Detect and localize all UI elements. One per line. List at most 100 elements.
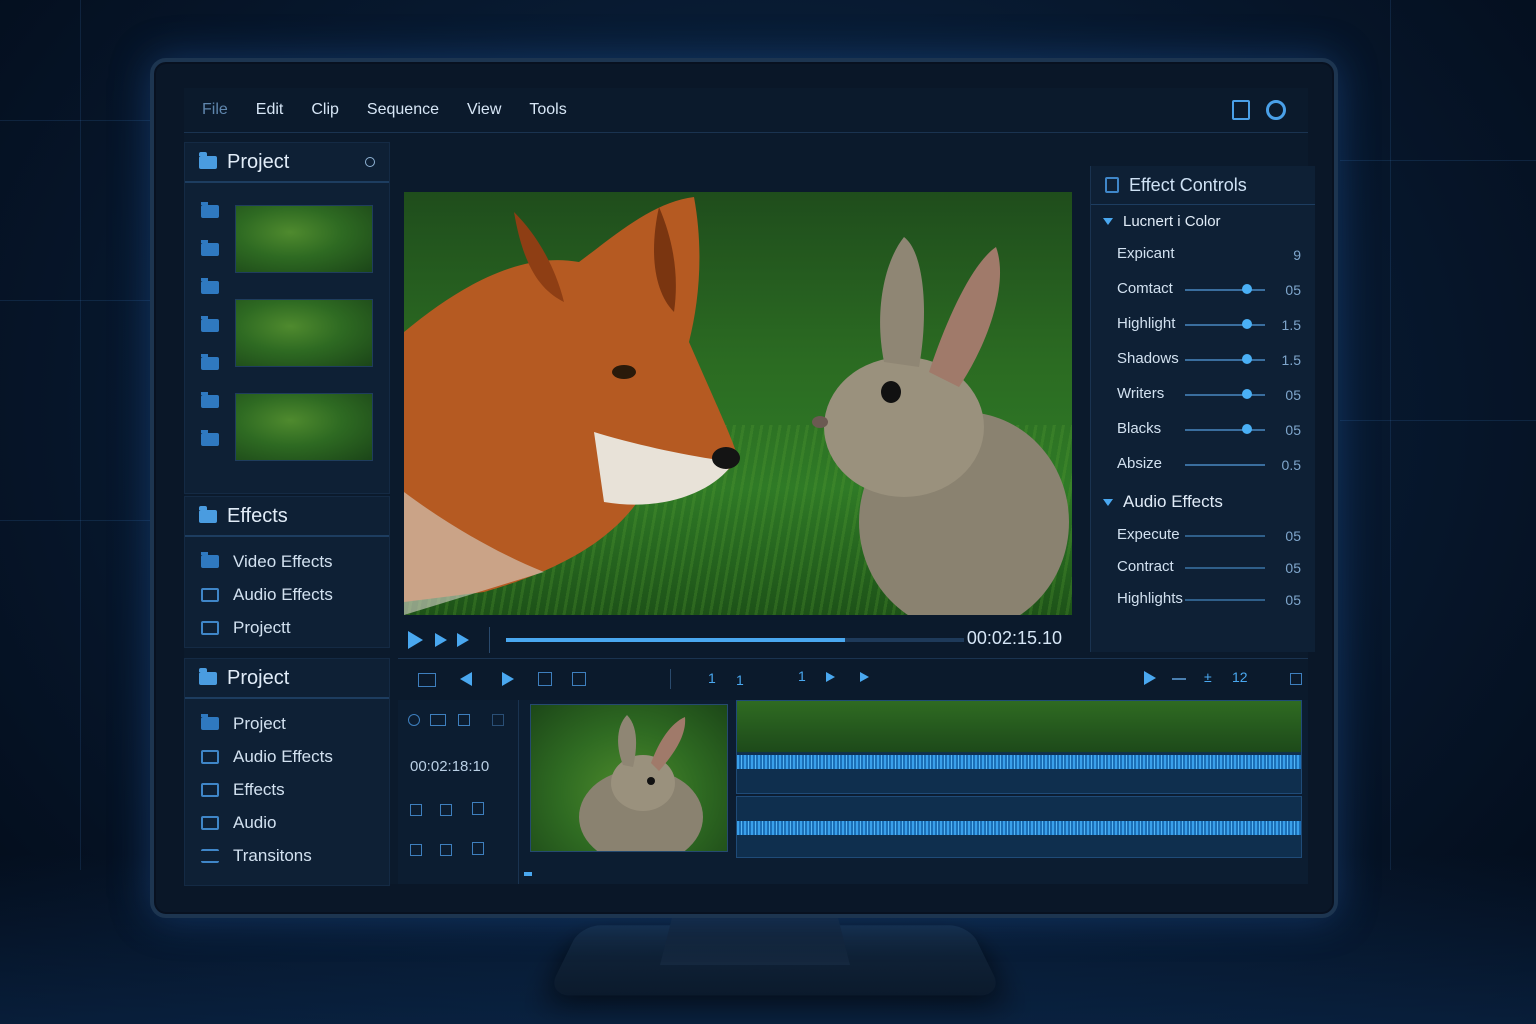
effect-slider[interactable] [1185,389,1265,399]
effects-panel-title: Effects [227,504,288,527]
audio-clip-1[interactable] [736,700,1302,794]
audio-clip-2[interactable] [736,796,1302,858]
folder-icon[interactable] [201,392,219,408]
solo-checkbox[interactable] [472,842,484,855]
rabbit-eye [647,777,655,785]
playhead[interactable] [524,872,532,876]
effect-row-label: Comtact [1117,280,1173,297]
media-thumbnail[interactable] [235,205,373,273]
menu-file[interactable]: File [188,101,242,119]
media-thumbnail[interactable] [235,299,373,367]
playback-progress-bar[interactable] [506,638,964,642]
list-item-label: Audio Effects [233,746,333,766]
export-frame-icon[interactable] [572,672,586,686]
bg-line [0,120,150,121]
effect-row-value[interactable]: 05 [1285,528,1301,544]
slider-handle[interactable] [1242,354,1253,364]
end-icon[interactable] [860,672,869,682]
collapse-triangle-icon[interactable] [1103,498,1113,506]
effect-row-value[interactable]: 05 [1285,560,1301,576]
rabbit-ear [880,237,924,367]
effect-row-value[interactable]: 1.5 [1282,317,1301,333]
list-item-project[interactable]: Project [185,707,389,740]
media-thumbnail[interactable] [235,393,373,461]
audio-wave-icon[interactable] [458,714,470,726]
effect-row-label: Blacks [1117,420,1162,437]
slider-handle[interactable] [1242,319,1253,329]
folder-icon[interactable] [201,278,219,294]
list-item-audio-effects[interactable]: Audio Effects [185,740,389,773]
list-item-transitions[interactable]: Transitons [185,839,389,872]
project-panel: Project [184,142,390,494]
audio-effect-row: Highlights 05 [1091,582,1315,614]
effect-row-value[interactable]: 05 [1285,282,1301,298]
snap-icon[interactable] [1172,678,1186,680]
menu-view[interactable]: View [453,101,515,119]
sync-icon[interactable] [492,714,504,726]
effect-slider[interactable] [1185,535,1265,537]
effect-row-value[interactable]: 05 [1285,592,1301,608]
folder-icon[interactable] [201,354,219,370]
menu-tools[interactable]: Tools [515,101,580,119]
effect-row-value[interactable]: 1.5 [1282,352,1301,368]
audio-section-header[interactable]: Audio Effects [1091,486,1315,518]
effect-slider[interactable] [1185,599,1265,601]
zoom-level[interactable]: 12 [1232,669,1248,685]
settings-square-icon[interactable] [1290,673,1302,685]
fast-forward-icon[interactable] [457,633,469,647]
effect-slider[interactable] [1185,319,1265,329]
list-item-audio-effects[interactable]: Audio Effects [185,578,389,611]
step-forward-icon[interactable] [502,672,514,686]
effect-slider[interactable] [1185,354,1265,364]
effect-row: Writers 05 [1091,377,1315,412]
effect-row-value[interactable]: 9 [1293,247,1301,263]
list-item-video-effects[interactable]: Video Effects [185,545,389,578]
collapse-triangle-icon[interactable] [1103,217,1113,225]
video-clip[interactable] [530,704,728,852]
record-icon[interactable] [408,714,420,726]
render-icon[interactable] [1144,671,1156,685]
folder-icon [201,552,219,568]
step-back-icon[interactable] [460,672,472,686]
mute-icon[interactable] [440,804,452,816]
folder-icon[interactable] [201,316,219,332]
effect-row-label: Highlight [1117,315,1176,332]
mute-icon[interactable] [440,844,452,856]
solo-checkbox[interactable] [472,802,484,815]
list-item-audio[interactable]: Audio [185,806,389,839]
track-list-icon[interactable] [430,714,446,726]
list-item-effects[interactable]: Effects [185,773,389,806]
folder-icon[interactable] [201,430,219,446]
slider-handle[interactable] [1242,284,1253,294]
effect-slider[interactable] [1185,567,1265,569]
effect-row-value[interactable]: 05 [1285,387,1301,403]
list-item-project[interactable]: Projectt [185,611,389,644]
menu-sequence[interactable]: Sequence [353,101,453,119]
play-icon[interactable] [408,631,423,649]
monitor-icon[interactable] [1232,100,1250,120]
effect-slider[interactable] [1185,284,1265,294]
panel-options-icon[interactable] [365,157,375,167]
marker-icon[interactable] [538,672,552,686]
effect-slider[interactable] [1185,464,1265,466]
layout-icon[interactable] [418,673,436,687]
menu-clip[interactable]: Clip [297,101,353,119]
effect-row-value[interactable]: 05 [1285,422,1301,438]
folder-icon[interactable] [201,202,219,218]
menu-bar: File Edit Clip Sequence View Tools [184,88,1308,133]
effect-row-value[interactable]: 0.5 [1282,457,1301,473]
slider-handle[interactable] [1242,389,1253,399]
program-monitor-viewer[interactable] [404,192,1072,615]
speaker-icon[interactable] [410,844,422,856]
add-track-icon[interactable]: ± [1204,669,1212,685]
project-panel-2: Project Project Audio Effects Effects Au… [184,658,390,886]
color-section-header[interactable]: Lucnert i Color [1091,205,1315,237]
menu-edit[interactable]: Edit [242,101,298,119]
folder-icon[interactable] [201,240,219,256]
step-forward-icon[interactable] [435,633,447,647]
speaker-icon[interactable] [410,804,422,816]
effect-slider[interactable] [1185,424,1265,434]
next-icon[interactable] [826,672,835,682]
settings-ring-icon[interactable] [1266,100,1286,120]
slider-handle[interactable] [1242,424,1253,434]
